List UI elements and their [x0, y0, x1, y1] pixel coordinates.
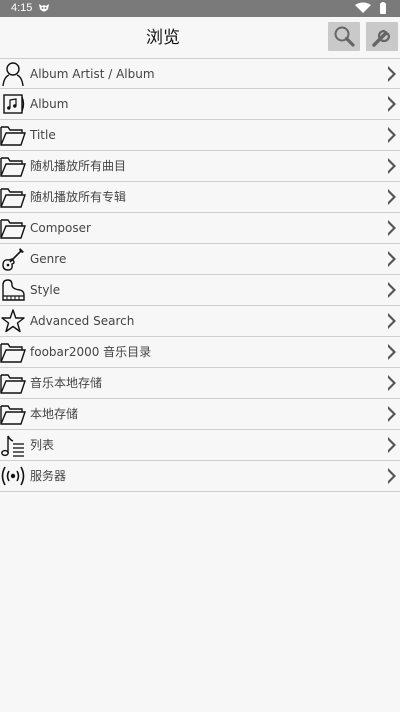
- list-item-style[interactable]: Style: [0, 275, 400, 306]
- list-item-label: Album Artist / Album: [30, 67, 155, 81]
- folder-icon: [0, 405, 26, 425]
- page-title: 浏览: [146, 28, 180, 48]
- list-item-label: foobar2000 音乐目录: [30, 345, 152, 359]
- list-item-label: Style: [30, 283, 61, 297]
- piano-icon: [2, 279, 25, 301]
- list-item-label: 随机播放所有曲目: [30, 159, 127, 173]
- search-icon: [334, 26, 355, 47]
- list-item-shuffle-tracks[interactable]: 随机播放所有曲目: [0, 151, 400, 182]
- folder-icon: [0, 157, 26, 177]
- list-item-title[interactable]: Title: [0, 120, 400, 151]
- chevron-right-icon: [388, 437, 396, 453]
- wrench-icon: [372, 29, 391, 47]
- list-item-music-local-storage[interactable]: 音乐本地存储: [0, 368, 400, 399]
- list-item-foobar-music-dir[interactable]: foobar2000 音乐目录: [0, 337, 400, 368]
- chevron-right-icon: [388, 313, 396, 329]
- status-bar: 4:15: [0, 0, 400, 17]
- chevron-right-icon: [388, 127, 396, 143]
- list-item-label: 本地存储: [30, 407, 79, 421]
- list-item-label: Composer: [30, 221, 91, 235]
- list-item-playlists[interactable]: 列表: [0, 430, 400, 461]
- app-header: 浏览: [0, 17, 400, 59]
- chevron-right-icon: [388, 158, 396, 174]
- chevron-right-icon: [388, 251, 396, 267]
- folder-icon: [0, 126, 26, 146]
- search-button[interactable]: [328, 22, 360, 51]
- chevron-right-icon: [388, 189, 396, 205]
- chevron-right-icon: [388, 344, 396, 360]
- guitar-icon: [2, 248, 24, 271]
- browse-list: Album Artist / Album Album Title 随机播放所有曲…: [0, 58, 400, 492]
- wifi-icon: [355, 2, 371, 13]
- list-item-label: 随机播放所有专辑: [30, 190, 127, 204]
- settings-button[interactable]: [366, 22, 398, 51]
- list-item-advanced-search[interactable]: Advanced Search: [0, 306, 400, 337]
- list-item-local-storage[interactable]: 本地存储: [0, 399, 400, 430]
- list-item-label: 服务器: [30, 469, 67, 483]
- list-item-album-artist[interactable]: Album Artist / Album: [0, 58, 400, 89]
- playlist-icon: [1, 435, 24, 457]
- chevron-right-icon: [388, 66, 396, 82]
- list-item-label: 列表: [30, 438, 55, 452]
- app-notification-icon: [39, 4, 49, 12]
- list-item-label: Title: [30, 128, 56, 142]
- list-item-label: 音乐本地存储: [30, 376, 103, 390]
- folder-icon: [0, 374, 26, 394]
- person-icon: [2, 62, 24, 87]
- chevron-right-icon: [388, 220, 396, 236]
- folder-icon: [0, 219, 26, 239]
- status-time: 4:15: [11, 2, 33, 14]
- status-icons: [355, 2, 386, 14]
- list-item-label: Album: [30, 97, 69, 111]
- chevron-right-icon: [388, 96, 396, 112]
- chevron-right-icon: [388, 282, 396, 298]
- list-item-servers[interactable]: 服务器: [0, 461, 400, 492]
- list-item-genre[interactable]: Genre: [0, 244, 400, 275]
- folder-icon: [0, 343, 26, 363]
- chevron-right-icon: [388, 468, 396, 484]
- list-item-album[interactable]: Album: [0, 89, 400, 120]
- list-item-composer[interactable]: Composer: [0, 213, 400, 244]
- chevron-right-icon: [388, 406, 396, 422]
- list-item-shuffle-albums[interactable]: 随机播放所有专辑: [0, 182, 400, 213]
- chevron-right-icon: [388, 375, 396, 391]
- album-icon: [3, 94, 25, 114]
- list-item-label: Advanced Search: [30, 314, 135, 328]
- list-item-label: Genre: [30, 252, 67, 266]
- star-icon: [1, 309, 25, 333]
- broadcast-icon: [1, 466, 25, 486]
- battery-icon: [380, 3, 386, 14]
- folder-icon: [0, 188, 26, 208]
